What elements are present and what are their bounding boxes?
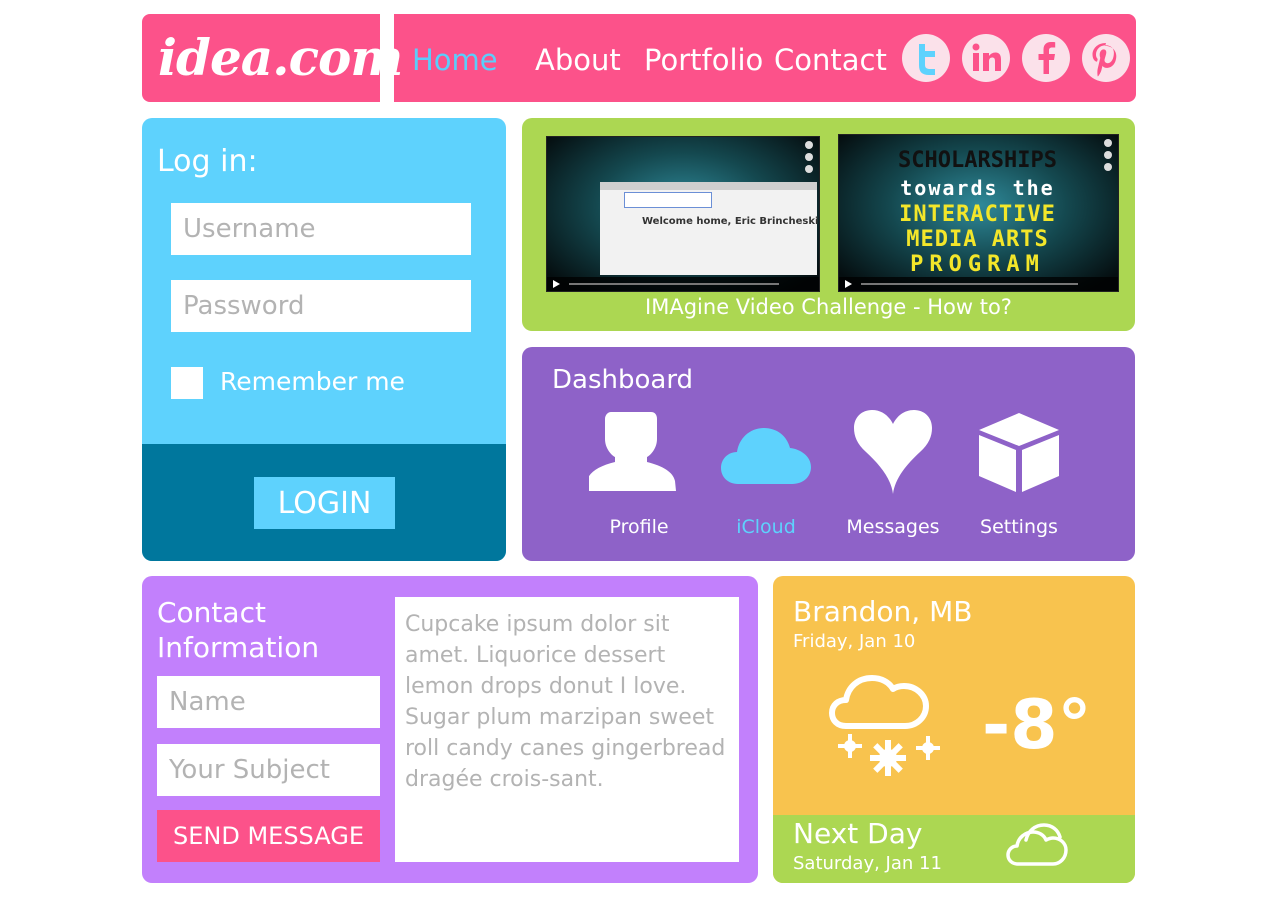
profile-icon[interactable] [586, 408, 689, 498]
nav-about[interactable]: About [535, 36, 621, 84]
video-progress-track[interactable] [861, 283, 1078, 285]
temperature-value: -8° [982, 686, 1092, 765]
video-caption[interactable]: IMAgine Video Challenge - How to? [522, 292, 1135, 322]
video-progress-track[interactable] [569, 283, 779, 285]
dashboard-title: Dashboard [552, 365, 694, 395]
name-input[interactable] [157, 676, 380, 728]
weather-date: Friday, Jan 10 [793, 631, 916, 652]
video-controls[interactable] [547, 277, 819, 291]
nav-contact[interactable]: Contact [774, 36, 887, 84]
video-thumbnail-text: Welcome home, Eric Brincheski [642, 216, 819, 227]
snow-cloud-icon [826, 664, 950, 788]
login-button[interactable]: LOGIN [254, 477, 395, 529]
contact-title: Contact Information [157, 596, 320, 664]
facebook-icon[interactable] [1022, 34, 1070, 82]
remember-me-label: Remember me [220, 367, 405, 396]
cloudy-icon [1004, 820, 1070, 872]
linkedin-icon[interactable] [962, 34, 1010, 82]
nav-portfolio[interactable]: Portfolio [644, 36, 763, 84]
dashboard-messages-label[interactable]: Messages [828, 512, 958, 542]
message-textarea[interactable]: Cupcake ipsum dolor sit amet. Liquorice … [395, 597, 739, 862]
nav-home[interactable]: Home [412, 36, 498, 84]
heart-icon[interactable] [843, 408, 943, 498]
thumbnail-line-3: INTERACTIVE [899, 202, 1056, 227]
thumbnail-line-2: towards the [900, 176, 1055, 200]
next-day-label: Next Day [793, 817, 923, 850]
dashboard-settings-label[interactable]: Settings [954, 512, 1084, 542]
video-controls[interactable] [839, 277, 1118, 291]
remember-me-checkbox[interactable] [171, 367, 203, 399]
thumbnail-line-5: PROGRAM [910, 252, 1045, 277]
pinterest-icon[interactable] [1082, 34, 1130, 82]
box-icon[interactable] [969, 408, 1069, 498]
login-title: Log in: [157, 144, 258, 179]
weather-city: Brandon, MB [793, 595, 973, 628]
password-input[interactable] [171, 280, 471, 332]
dashboard-icloud-label[interactable]: iCloud [701, 512, 831, 542]
next-day-date: Saturday, Jan 11 [793, 853, 942, 874]
thumbnail-line-1: SCHOLARSHIPS [898, 148, 1057, 173]
play-icon[interactable] [553, 280, 560, 288]
site-logo[interactable]: idea.com [158, 18, 403, 98]
play-icon[interactable] [845, 280, 852, 288]
video-share-icons[interactable] [805, 141, 815, 177]
username-input[interactable] [171, 203, 471, 255]
twitter-icon[interactable] [902, 34, 950, 82]
subject-input[interactable] [157, 744, 380, 796]
header-divider [380, 14, 394, 102]
dashboard-profile-label[interactable]: Profile [574, 512, 704, 542]
cloud-icon[interactable] [716, 408, 816, 498]
video-thumbnail-screenshot [600, 182, 817, 275]
send-message-button[interactable]: SEND MESSAGE [157, 810, 380, 862]
thumbnail-line-4: MEDIA ARTS [906, 227, 1049, 252]
